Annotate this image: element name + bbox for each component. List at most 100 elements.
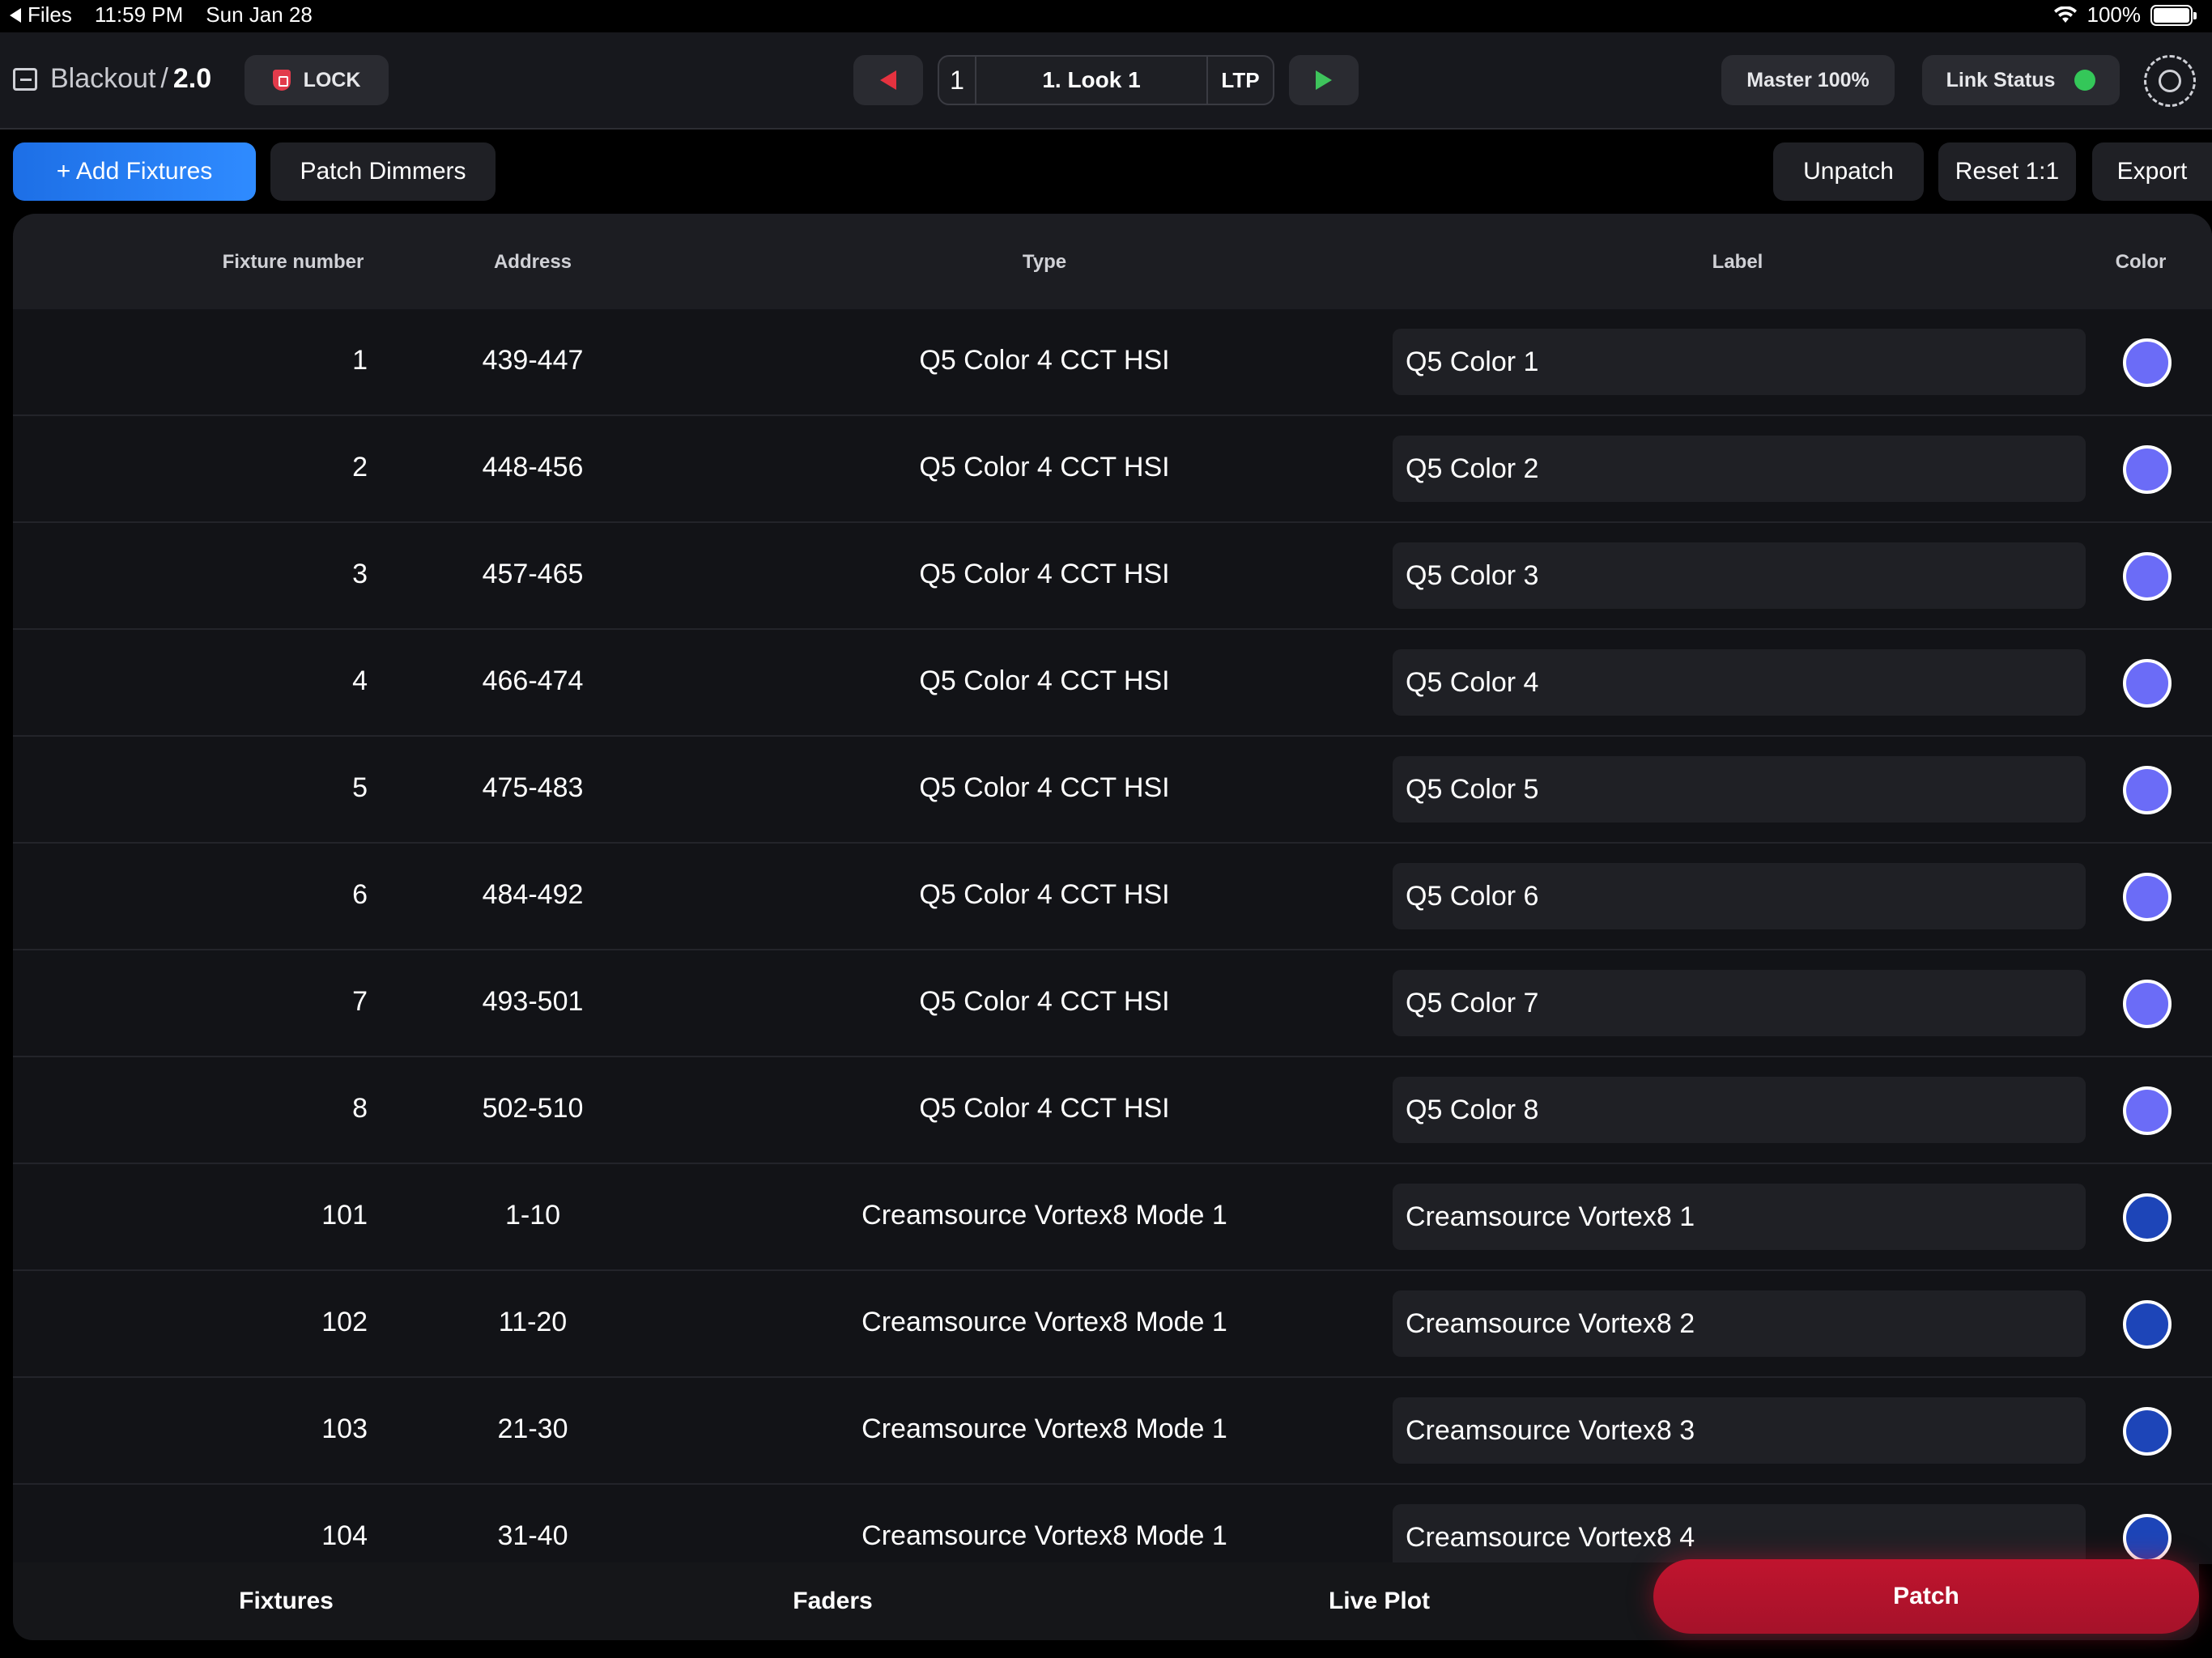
type-cell: Q5 Color 4 CCT HSI — [919, 879, 1170, 910]
settings-icon[interactable] — [2144, 55, 2196, 107]
nav-patch[interactable]: Patch — [1653, 1559, 2199, 1634]
column-type[interactable]: Type — [1023, 251, 1066, 274]
table-row[interactable]: 104 31-40 Creamsource Vortex8 Mode 1 Creams… — [13, 1485, 2212, 1564]
color-swatch[interactable] — [2123, 766, 2172, 814]
previous-cue-button[interactable] — [853, 55, 923, 105]
color-swatch[interactable] — [2123, 873, 2172, 921]
lock-label: LOCK — [303, 68, 361, 91]
label-input[interactable]: Creamsource Vortex8 4 — [1393, 1504, 2086, 1564]
back-arrow-icon[interactable] — [10, 7, 21, 23]
color-swatch[interactable] — [2123, 1086, 2172, 1135]
table-header: Fixture number Address Type Label Color — [13, 214, 2212, 309]
type-cell: Creamsource Vortex8 Mode 1 — [861, 1414, 1227, 1444]
cue-number[interactable]: 1 — [939, 57, 976, 104]
lock-button[interactable]: LOCK — [245, 55, 389, 105]
fixture-number-cell: 7 — [352, 986, 368, 1017]
reset-button[interactable]: Reset 1:1 — [1938, 142, 2076, 201]
status-bar: Files 11:59 PM Sun Jan 28 100% — [0, 0, 2212, 32]
label-input[interactable]: Creamsource Vortex8 1 — [1393, 1184, 2086, 1250]
address-cell: 448-456 — [482, 452, 584, 483]
color-swatch[interactable] — [2123, 445, 2172, 494]
battery-percent: 100% — [2087, 2, 2142, 27]
label-input[interactable]: Creamsource Vortex8 2 — [1393, 1290, 2086, 1357]
address-cell: 31-40 — [497, 1520, 568, 1551]
label-input[interactable]: Q5 Color 5 — [1393, 756, 2086, 823]
column-address[interactable]: Address — [494, 251, 572, 274]
nav-faders[interactable]: Faders — [559, 1562, 1106, 1640]
fixture-number-cell: 5 — [352, 772, 368, 803]
color-swatch[interactable] — [2123, 1514, 2172, 1562]
table-row[interactable]: 4 466-474 Q5 Color 4 CCT HSI Q5 Color 4 — [13, 630, 2212, 737]
fixture-number-cell: 102 — [321, 1307, 368, 1337]
link-status-indicator — [2074, 70, 2096, 91]
nav-fixtures[interactable]: Fixtures — [13, 1562, 559, 1640]
table-row[interactable]: 101 1-10 Creamsource Vortex8 Mode 1 Creamso… — [13, 1164, 2212, 1271]
play-back-icon — [880, 70, 896, 90]
status-date: Sun Jan 28 — [206, 2, 313, 27]
table-row[interactable]: 6 484-492 Q5 Color 4 CCT HSI Q5 Color 6 — [13, 844, 2212, 950]
column-fixture-number[interactable]: Fixture number — [223, 251, 364, 274]
title-separator: / — [160, 63, 168, 94]
fixture-number-cell: 101 — [321, 1200, 368, 1231]
column-color[interactable]: Color — [2116, 251, 2167, 274]
back-app-label[interactable]: Files — [28, 2, 72, 28]
table-row[interactable]: 8 502-510 Q5 Color 4 CCT HSI Q5 Color 8 — [13, 1057, 2212, 1164]
table-row[interactable]: 7 493-501 Q5 Color 4 CCT HSI Q5 Color 7 — [13, 950, 2212, 1057]
table-row[interactable]: 3 457-465 Q5 Color 4 CCT HSI Q5 Color 3 — [13, 523, 2212, 630]
fixture-number-cell: 1 — [352, 345, 368, 376]
column-label[interactable]: Label — [1712, 251, 1763, 274]
color-swatch[interactable] — [2123, 552, 2172, 601]
table-row[interactable]: 1 439-447 Q5 Color 4 CCT HSI Q5 Color 1 — [13, 309, 2212, 416]
table-row[interactable]: 5 475-483 Q5 Color 4 CCT HSI Q5 Color 5 — [13, 737, 2212, 844]
color-swatch[interactable] — [2123, 1407, 2172, 1456]
address-cell: 484-492 — [482, 879, 584, 910]
cue-mode[interactable]: LTP — [1208, 57, 1273, 104]
play-icon — [1316, 70, 1332, 90]
label-input[interactable]: Q5 Color 8 — [1393, 1077, 2086, 1143]
nav-live-plot[interactable]: Live Plot — [1106, 1562, 1653, 1640]
address-cell: 493-501 — [482, 986, 584, 1017]
fixture-number-cell: 104 — [321, 1520, 368, 1551]
fixture-number-cell: 8 — [352, 1093, 368, 1124]
label-input[interactable]: Q5 Color 2 — [1393, 436, 2086, 502]
app-version: 2.0 — [172, 63, 212, 94]
table-row[interactable]: 2 448-456 Q5 Color 4 CCT HSI Q5 Color 2 — [13, 416, 2212, 523]
status-bar-left[interactable]: Files 11:59 PM Sun Jan 28 — [10, 2, 335, 28]
export-button[interactable]: Export — [2092, 142, 2212, 201]
color-swatch[interactable] — [2123, 980, 2172, 1028]
address-cell: 11-20 — [498, 1307, 568, 1337]
link-status-label: Link Status — [1946, 68, 2056, 91]
cue-name[interactable]: 1. Look 1 — [976, 57, 1208, 104]
table-row[interactable]: 102 11-20 Creamsource Vortex8 Mode 1 Creams… — [13, 1271, 2212, 1378]
label-input[interactable]: Q5 Color 4 — [1393, 649, 2086, 716]
app-title[interactable]: Blackout / 2.0 — [13, 63, 211, 95]
patch-dimmers-button[interactable]: Patch Dimmers — [270, 142, 496, 201]
type-cell: Q5 Color 4 CCT HSI — [919, 559, 1170, 589]
type-cell: Q5 Color 4 CCT HSI — [919, 1093, 1170, 1124]
label-input[interactable]: Creamsource Vortex8 3 — [1393, 1397, 2086, 1464]
patch-toolbar: + Add Fixtures Patch Dimmers Unpatch Res… — [0, 131, 2212, 212]
fixture-number-cell: 2 — [352, 452, 368, 483]
type-cell: Q5 Color 4 CCT HSI — [919, 665, 1170, 696]
label-input[interactable]: Q5 Color 6 — [1393, 863, 2086, 929]
link-status-button[interactable]: Link Status — [1922, 55, 2120, 105]
label-input[interactable]: Q5 Color 1 — [1393, 329, 2086, 395]
bottom-navigation: Fixtures Faders Live Plot Patch — [13, 1559, 2199, 1640]
address-cell: 457-465 — [482, 559, 584, 589]
label-input[interactable]: Q5 Color 3 — [1393, 542, 2086, 609]
address-cell: 466-474 — [482, 665, 584, 696]
patch-table[interactable]: Fixture number Address Type Label Color … — [13, 214, 2212, 1564]
unpatch-button[interactable]: Unpatch — [1773, 142, 1924, 201]
master-button[interactable]: Master 100% — [1721, 55, 1895, 105]
add-fixtures-button[interactable]: + Add Fixtures — [13, 142, 256, 201]
color-swatch[interactable] — [2123, 338, 2172, 387]
label-input[interactable]: Q5 Color 7 — [1393, 970, 2086, 1036]
table-row[interactable]: 103 21-30 Creamsource Vortex8 Mode 1 Creams… — [13, 1378, 2212, 1485]
color-swatch[interactable] — [2123, 659, 2172, 708]
next-cue-button[interactable] — [1289, 55, 1359, 105]
color-swatch[interactable] — [2123, 1193, 2172, 1242]
color-swatch[interactable] — [2123, 1300, 2172, 1349]
cue-selector[interactable]: 1 1. Look 1 LTP — [938, 55, 1274, 105]
address-cell: 475-483 — [482, 772, 584, 803]
app-header: Blackout / 2.0 LOCK 1 1. Look 1 LTP Mast… — [0, 32, 2212, 130]
